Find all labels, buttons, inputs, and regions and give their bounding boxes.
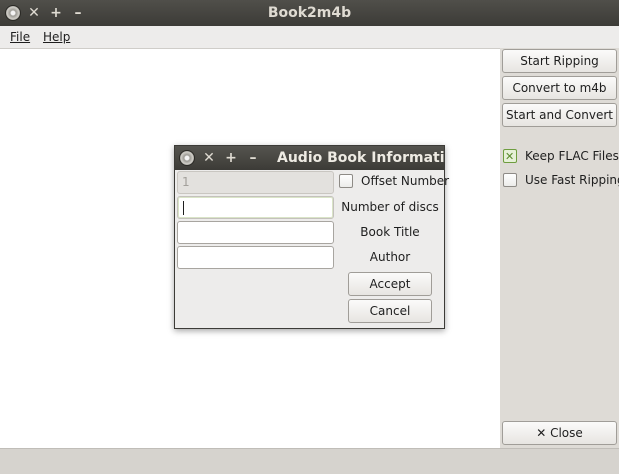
fast-ripping-label: Use Fast Ripping bbox=[525, 173, 619, 187]
dialog-minimize-icon[interactable]: – bbox=[244, 149, 262, 167]
menu-help[interactable]: Help bbox=[41, 29, 72, 45]
author-field[interactable] bbox=[177, 246, 334, 269]
dialog-close-icon[interactable]: ✕ bbox=[200, 149, 218, 167]
accept-button[interactable]: Accept bbox=[348, 272, 432, 296]
book-title-field[interactable] bbox=[177, 221, 334, 244]
convert-to-m4b-button[interactable]: Convert to m4b bbox=[502, 76, 617, 100]
keep-flac-checkbox-row[interactable]: Keep FLAC Files bbox=[503, 147, 619, 166]
audio-book-info-dialog: ✕ + – Audio Book Informatio 1 Offset Num… bbox=[174, 145, 449, 329]
start-ripping-button[interactable]: Start Ripping bbox=[502, 49, 617, 73]
dialog-maximize-icon[interactable]: + bbox=[222, 149, 240, 167]
close-button[interactable]: ✕ Close bbox=[502, 421, 617, 445]
author-label: Author bbox=[369, 250, 411, 264]
start-and-convert-button[interactable]: Start and Convert bbox=[502, 103, 617, 127]
right-panel: Start Ripping Convert to m4b Start and C… bbox=[500, 48, 619, 448]
menu-file-label: File bbox=[10, 30, 31, 44]
number-of-discs-field[interactable] bbox=[177, 196, 334, 219]
menu-file[interactable]: File bbox=[8, 29, 32, 45]
menubar: File Help bbox=[0, 26, 619, 48]
offset-number-checkbox-row[interactable]: Offset Number bbox=[339, 172, 449, 190]
menu-help-label: Help bbox=[43, 30, 71, 44]
close-x-icon: ✕ bbox=[536, 426, 547, 440]
window-title: Book2m4b bbox=[267, 5, 352, 21]
fast-ripping-checkbox[interactable] bbox=[503, 173, 517, 187]
book-title-label: Book Title bbox=[360, 225, 420, 239]
fast-ripping-checkbox-row[interactable]: Use Fast Ripping bbox=[503, 171, 619, 189]
main-titlebar: ✕ + – Book2m4b bbox=[0, 0, 619, 27]
cancel-button[interactable]: Cancel bbox=[348, 299, 432, 323]
dialog-title: Audio Book Informatio bbox=[277, 150, 444, 166]
text-caret bbox=[183, 201, 184, 215]
dialog-titlebar: ✕ + – Audio Book Informatio bbox=[175, 146, 444, 170]
offset-number-checkbox[interactable] bbox=[339, 174, 353, 188]
offset-number-field[interactable]: 1 bbox=[177, 171, 334, 194]
statusbar bbox=[0, 448, 619, 474]
keep-flac-label: Keep FLAC Files bbox=[525, 149, 619, 163]
offset-number-label: Offset Number bbox=[361, 174, 450, 188]
close-button-label: Close bbox=[550, 426, 583, 440]
keep-flac-checkbox[interactable] bbox=[503, 148, 517, 166]
number-of-discs-label: Number of discs bbox=[341, 200, 439, 214]
disc-icon bbox=[179, 150, 195, 166]
